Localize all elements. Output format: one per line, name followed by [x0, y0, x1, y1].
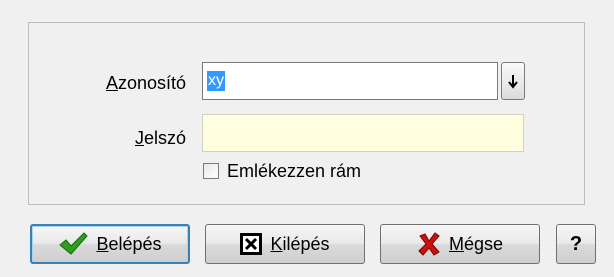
exit-button-label: Kilépés: [270, 234, 329, 255]
login-button-label: Belépés: [96, 234, 161, 255]
checkmark-icon: [58, 232, 89, 256]
cancel-accesskey: M: [448, 233, 464, 254]
cancel-button[interactable]: Mégse: [380, 224, 540, 264]
cancel-label-rest: égse: [463, 233, 504, 254]
remember-me-label: Emlékezzen rám: [227, 160, 362, 181]
password-label: Jelszó: [70, 127, 186, 149]
username-dropdown-button[interactable]: [501, 62, 525, 100]
cancel-button-label: Mégse: [449, 234, 503, 255]
username-label-accesskey: A: [105, 73, 118, 93]
login-label-rest: elépés: [108, 233, 162, 254]
login-accesskey: B: [96, 233, 109, 254]
checkbox-box[interactable]: [203, 163, 219, 179]
username-label-text: zonosító: [117, 73, 186, 93]
exit-button[interactable]: Kilépés: [205, 224, 365, 264]
password-label-text: elszó: [143, 128, 186, 148]
close-box-icon: [240, 233, 263, 255]
help-button[interactable]: ?: [556, 224, 596, 264]
password-field[interactable]: [202, 114, 524, 152]
username-field[interactable]: xy: [202, 62, 498, 100]
exit-label-rest: ilépés: [282, 233, 330, 254]
remember-me-checkbox[interactable]: Emlékezzen rám: [203, 158, 361, 184]
password-label-accesskey: J: [134, 128, 144, 148]
red-x-icon: [417, 232, 441, 256]
exit-accesskey: K: [270, 233, 283, 254]
username-label: Azonosító: [70, 72, 186, 94]
login-button[interactable]: Belépés: [30, 224, 190, 264]
help-label: ?: [569, 232, 583, 255]
username-value: xy: [207, 71, 225, 91]
down-arrow-icon: [508, 73, 518, 89]
